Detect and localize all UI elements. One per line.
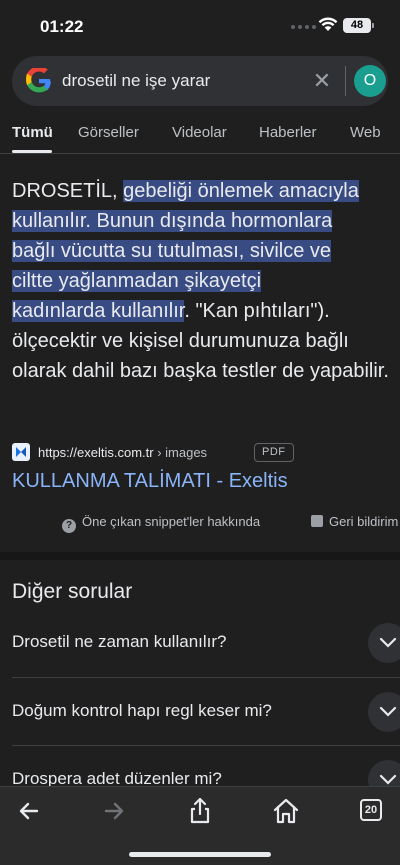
result-title-link[interactable]: KULLANMA TALİMATI - Exeltis bbox=[12, 470, 288, 493]
about-snippets-link[interactable]: ? Öne çıkan snippet'ler hakkında bbox=[62, 514, 260, 533]
snippet-highlight: gebeliği önlemek amacıyla bbox=[123, 180, 359, 202]
exeltis-favicon-icon bbox=[12, 443, 30, 461]
chevron-down-icon bbox=[379, 706, 397, 717]
search-divider bbox=[345, 66, 346, 96]
search-tabs: Tümü Görseller Videolar Haberler Web bbox=[0, 118, 400, 154]
featured-snippet-text: DROSETİL, gebeliği önlemek amacıyla kulla… bbox=[12, 176, 392, 386]
battery-icon: 48 bbox=[343, 18, 374, 33]
forward-arrow-icon[interactable] bbox=[98, 795, 130, 827]
browser-bottom-toolbar: 20 bbox=[0, 786, 400, 865]
question-divider bbox=[12, 677, 400, 678]
clear-search-icon[interactable]: ✕ bbox=[311, 70, 333, 92]
feedback-link[interactable]: Geri bildirim bbox=[311, 514, 398, 529]
snippet-highlight: ciltte yağlanmadan şikayetçi bbox=[12, 270, 262, 292]
snippet-highlight: kullanılır. Bunun dışında hormonlara bbox=[12, 210, 333, 232]
tab-news[interactable]: Haberler bbox=[259, 124, 317, 141]
feedback-label: Geri bildirim bbox=[329, 514, 399, 529]
expand-button[interactable] bbox=[368, 623, 400, 663]
home-indicator bbox=[129, 852, 271, 857]
result-source[interactable]: https://exeltis.com.tr › images PDF bbox=[12, 443, 392, 463]
search-input[interactable] bbox=[62, 71, 292, 91]
back-arrow-icon[interactable] bbox=[13, 795, 45, 827]
tabs-divider bbox=[0, 153, 400, 154]
search-bar[interactable]: ✕ O bbox=[12, 56, 388, 106]
snippet-lead: DROSETİL, bbox=[12, 180, 124, 202]
tab-web[interactable]: Web bbox=[350, 124, 381, 141]
tab-images[interactable]: Görseller bbox=[78, 124, 139, 141]
google-logo-icon bbox=[26, 68, 51, 93]
section-divider bbox=[0, 552, 400, 560]
home-icon[interactable] bbox=[270, 795, 302, 827]
source-domain: https://exeltis.com.tr bbox=[38, 445, 154, 460]
tab-videos[interactable]: Videolar bbox=[172, 124, 227, 141]
question-divider bbox=[12, 745, 400, 746]
cellular-signal-icon bbox=[291, 25, 316, 29]
source-path: › images bbox=[153, 445, 208, 460]
other-questions-heading: Diğer sorular bbox=[12, 580, 133, 603]
about-snippets-label: Öne çıkan snippet'ler hakkında bbox=[82, 514, 261, 529]
account-avatar[interactable]: O bbox=[354, 65, 386, 97]
source-url[interactable]: https://exeltis.com.tr › images bbox=[38, 445, 207, 460]
chevron-down-icon bbox=[379, 637, 397, 648]
tab-all[interactable]: Tümü bbox=[12, 124, 53, 141]
status-bar: 01:22 48 bbox=[0, 0, 400, 54]
question-item[interactable]: Doğum kontrol hapı regl keser mi? bbox=[0, 679, 400, 745]
tab-switcher-button[interactable]: 20 bbox=[360, 799, 382, 821]
snippet-highlight: kadınlarda kullanılır bbox=[12, 300, 185, 322]
status-time: 01:22 bbox=[40, 17, 84, 36]
feedback-icon bbox=[311, 515, 323, 527]
question-item[interactable]: Drosetil ne zaman kullanılır? bbox=[0, 610, 400, 676]
help-icon: ? bbox=[62, 519, 76, 533]
share-icon[interactable] bbox=[184, 795, 216, 827]
question-text: Drosetil ne zaman kullanılır? bbox=[12, 632, 227, 651]
pdf-badge: PDF bbox=[254, 443, 294, 462]
snippet-highlight: bağlı vücutta su tutulması, sivilce ve bbox=[12, 240, 332, 262]
wifi-icon bbox=[318, 17, 338, 31]
question-text: Doğum kontrol hapı regl keser mi? bbox=[12, 701, 272, 720]
snippet-feedback-row: ? Öne çıkan snippet'ler hakkında Geri bil… bbox=[0, 514, 400, 534]
expand-button[interactable] bbox=[368, 692, 400, 732]
